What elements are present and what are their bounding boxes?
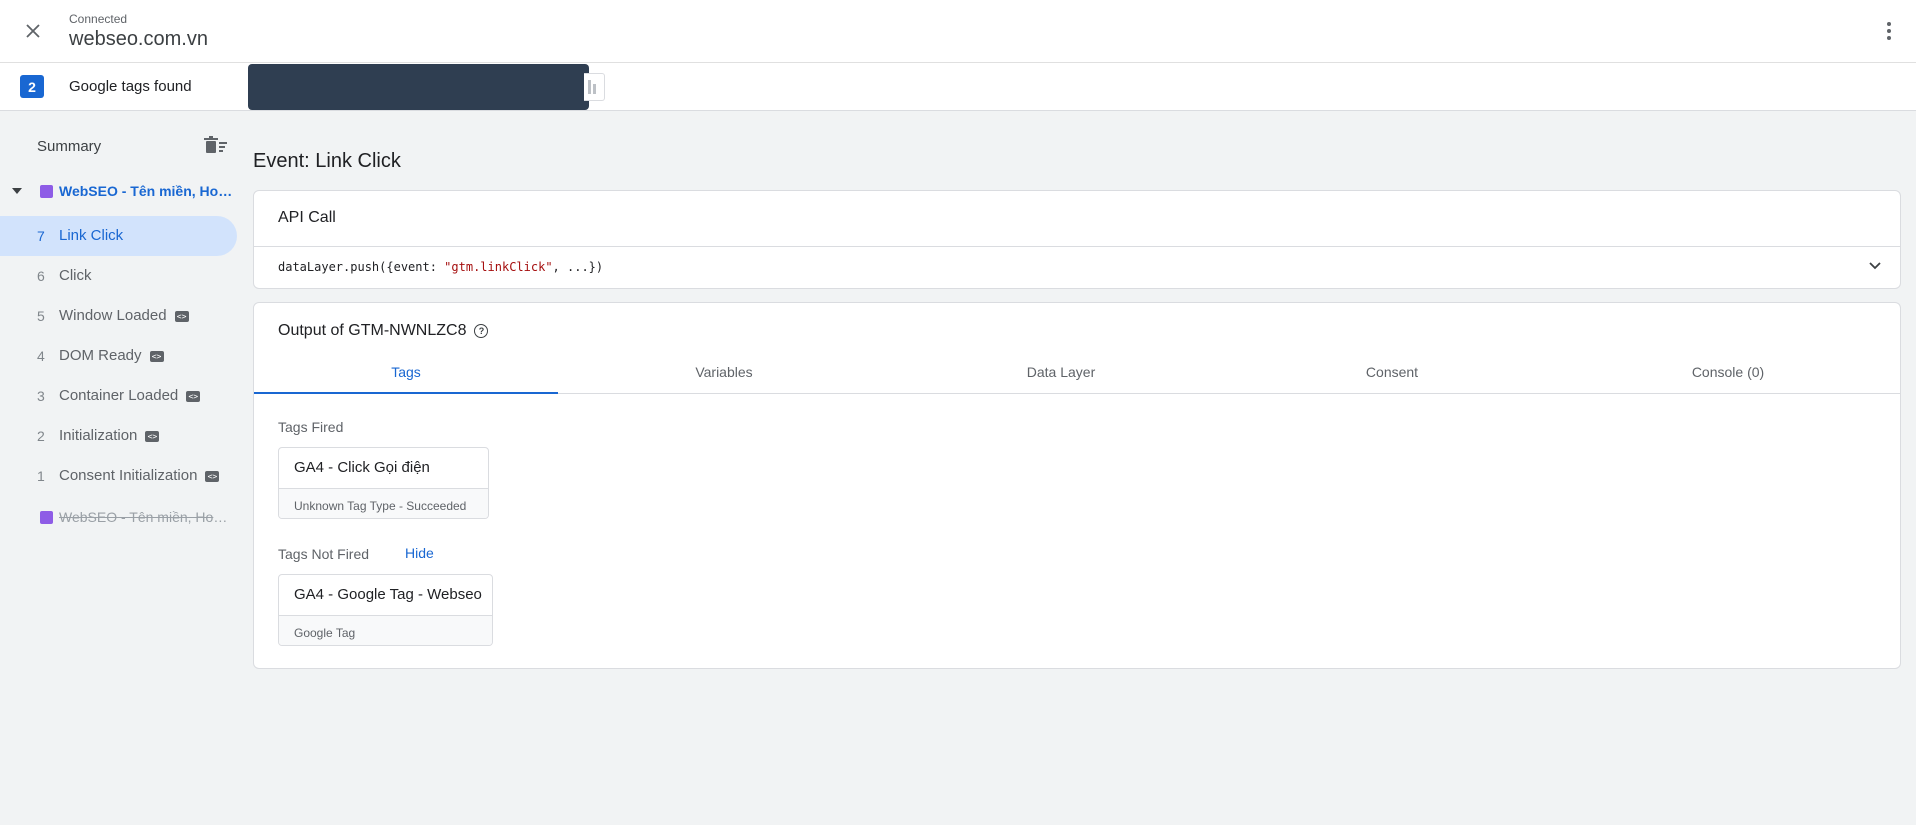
hide-not-fired-link[interactable]: Hide: [405, 545, 434, 561]
expand-api-call-button[interactable]: [1864, 255, 1886, 277]
event-name: Click: [59, 267, 92, 284]
event-name-text: Click: [59, 267, 92, 284]
event-number: 2: [37, 428, 45, 444]
close-icon: [26, 24, 40, 38]
fired-tag-name: GA4 - Click Gọi điện: [294, 459, 430, 476]
code-suffix: , ...}): [552, 260, 604, 274]
event-number: 7: [37, 228, 45, 244]
tags-found-bar: 2 Google tags found: [0, 63, 1916, 111]
divider: [254, 246, 1900, 247]
caret-down-icon[interactable]: [12, 188, 22, 194]
event-name: Container Loaded <>: [59, 387, 201, 404]
output-tabs: Tags Variables Data Layer Consent Consol…: [254, 353, 1900, 394]
event-name-text: Link Click: [59, 227, 124, 244]
event-name-text: Initialization: [59, 427, 138, 444]
code-icon: <>: [205, 470, 220, 482]
event-number: 6: [37, 268, 45, 284]
tags-found-label: Google tags found: [69, 78, 192, 95]
fired-tag-status: Unknown Tag Type - Succeeded: [279, 488, 488, 518]
sidebar-event-item[interactable]: 1 Consent Initialization <>: [0, 456, 237, 496]
chevron-down-icon: [1869, 262, 1881, 270]
sidebar-event-item[interactable]: 2 Initialization <>: [0, 416, 237, 456]
tab-tags[interactable]: Tags: [254, 353, 558, 394]
delete-sweep-icon: [204, 136, 227, 153]
event-number: 1: [37, 468, 45, 484]
container-color-square: [40, 185, 53, 198]
tag-chip-edge[interactable]: [584, 73, 605, 101]
sidebar-event-item[interactable]: 5 Window Loaded <>: [0, 296, 237, 336]
code-icon: <>: [174, 310, 189, 322]
event-number: 5: [37, 308, 45, 324]
tags-fired-label: Tags Fired: [278, 419, 344, 435]
fired-tag-card[interactable]: GA4 - Click Gọi điện Unknown Tag Type - …: [278, 447, 489, 519]
more-vert-icon: [1887, 22, 1891, 40]
top-bar: Connected webseo.com.vn: [0, 0, 1916, 63]
not-fired-tag-card[interactable]: GA4 - Google Tag - Webseo Google Tag: [278, 574, 493, 646]
event-name-text: Container Loaded: [59, 387, 179, 404]
code-icon: <>: [145, 430, 160, 442]
tab-console[interactable]: Console (0): [1576, 353, 1880, 393]
tab-data-layer[interactable]: Data Layer: [909, 353, 1213, 393]
api-call-title: API Call: [278, 209, 336, 226]
not-fired-tag-name: GA4 - Google Tag - Webseo: [294, 586, 482, 603]
connected-domain: webseo.com.vn: [69, 28, 208, 50]
container-name: WebSEO - Tên miền, Hosting, Domain: [59, 183, 234, 199]
event-name-text: DOM Ready: [59, 347, 142, 364]
tag-count-badge: 2: [20, 75, 44, 98]
event-name: Initialization <>: [59, 427, 160, 444]
output-card: Output of GTM-NWNLZC8? Tags Variables Da…: [253, 302, 1901, 669]
tags-not-fired-label: Tags Not Fired: [278, 546, 370, 562]
event-name: Link Click: [59, 227, 123, 244]
summary-title[interactable]: Summary: [37, 138, 101, 155]
not-fired-tag-type: Google Tag: [279, 615, 492, 645]
event-number: 4: [37, 348, 45, 364]
sidebar-event-item[interactable]: 6 Click: [0, 256, 237, 296]
event-name-text: Window Loaded: [59, 307, 167, 324]
api-call-code: dataLayer.push({event: "gtm.linkClick", …: [278, 260, 603, 274]
event-name: DOM Ready <>: [59, 347, 164, 364]
event-number: 3: [37, 388, 45, 404]
help-icon[interactable]: ?: [474, 323, 489, 338]
output-title-text: Output of GTM-NWNLZC8: [278, 322, 467, 339]
connection-status: Connected: [69, 12, 128, 26]
event-title: Event: Link Click: [253, 150, 401, 172]
code-icon: <>: [186, 390, 201, 402]
tab-consent[interactable]: Consent: [1240, 353, 1544, 393]
disabled-container-name: WebSEO - Tên miền, Hosting, Domain: [59, 509, 229, 525]
container-color-square: [40, 511, 53, 524]
api-call-card: API Call dataLayer.push({event: "gtm.lin…: [253, 190, 1901, 289]
sidebar-event-item[interactable]: 4 DOM Ready <>: [0, 336, 237, 376]
event-name: Consent Initialization <>: [59, 467, 220, 484]
sidebar-event-item[interactable]: 7 Link Click: [0, 216, 237, 256]
clear-messages-button[interactable]: [203, 135, 229, 159]
event-name: Window Loaded <>: [59, 307, 189, 324]
close-button[interactable]: [20, 18, 46, 44]
code-string: "gtm.linkClick": [444, 260, 553, 274]
disabled-container-item[interactable]: WebSEO - Tên miền, Hosting, Domain: [0, 501, 240, 533]
code-icon: <>: [149, 350, 164, 362]
code-prefix: dataLayer.push({event:: [278, 260, 445, 274]
more-options-button[interactable]: [1876, 18, 1902, 44]
event-sidebar: Summary WebSEO - Tên miền, Hosting, Doma…: [0, 111, 240, 825]
output-title: Output of GTM-NWNLZC8?: [278, 322, 489, 340]
tab-variables[interactable]: Variables: [572, 353, 876, 393]
redacted-tag-chips: [248, 64, 589, 110]
container-tree-item[interactable]: WebSEO - Tên miền, Hosting, Domain: [0, 175, 240, 207]
sidebar-event-item[interactable]: 3 Container Loaded <>: [0, 376, 237, 416]
event-name-text: Consent Initialization: [59, 467, 198, 484]
